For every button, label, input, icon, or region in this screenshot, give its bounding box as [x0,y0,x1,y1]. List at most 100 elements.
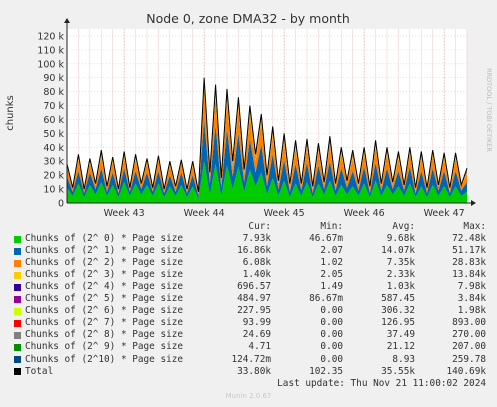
legend-cur: 24.69 [242,329,271,341]
y-tick-label: 20 k [43,171,64,182]
x-tick-label: Week 47 [424,208,465,219]
last-update: Last update: Thu Nov 21 11:00:02 2024 [277,378,486,389]
legend-avg: 587.45 [381,293,415,305]
legend-swatch [14,343,21,351]
y-tick-label: 30 k [43,157,64,168]
legend-row: Chunks of (2^ 7) * Page size 93.99 0.00 126… [0,317,497,329]
legend-min: 102.35 [309,365,343,377]
legend-row: Chunks of (2^ 1) * Page size 16.86k 2.07 14… [0,245,497,257]
legend-swatch [14,271,21,279]
legend-cur: 6.08k [242,257,271,269]
legend-max: 72.48k [452,233,486,245]
x-tick-label: Week 43 [104,208,145,219]
chart-area: Node 0, zone DMA32 - by month chunks RRD… [5,11,493,219]
y-tick-label: 110 k [37,45,64,56]
y-tick-label: 0 [58,199,64,210]
x-tick-label: Week 45 [264,208,305,219]
legend-max: 7.98k [457,281,486,293]
legend-avg: 35.55k [381,365,415,377]
y-axis-label: chunks [5,95,16,131]
legend-row: Chunks of (2^ 4) * Page size 696.57 1.49 1.… [0,281,497,293]
y-axis-arrow [64,18,70,23]
legend-swatch [14,235,21,243]
legend-avg: 1.03k [386,281,415,293]
legend-min: 1.02 [320,257,343,269]
legend-swatch [14,356,21,364]
legend-min: 2.07 [320,245,343,257]
legend-max: 13.84k [452,269,486,281]
legend-row: Chunks of (2^ 0) * Page size 7.93k 46.67m 9… [0,233,497,245]
legend-cur: 16.86k [237,245,271,257]
legend-swatch [14,259,21,267]
legend-label: Chunks of (2^ 2) * Page size [25,257,184,269]
legend-row: Total 33.80k 102.35 35.55k 140.69k [0,366,497,378]
legend-min: 0.00 [320,341,343,353]
legend-swatch [14,331,21,339]
legend-label: Chunks of (2^ 0) * Page size [25,233,184,245]
legend-label: Chunks of (2^ 4) * Page size [25,281,184,293]
legend-header-max: Max: [463,221,486,232]
legend-label: Chunks of (2^ 7) * Page size [25,317,184,329]
y-tick-label: 80 k [43,87,64,98]
legend-swatch [14,247,21,255]
legend-label: Chunks of (2^ 9) * Page size [25,341,184,353]
legend-max: 270.00 [452,329,486,341]
legend-avg: 37.49 [386,329,415,341]
legend-rows: Chunks of (2^ 0) * Page size 7.93k 46.67m 9… [0,233,497,378]
legend-label: Chunks of (2^ 6) * Page size [25,305,184,317]
legend-max: 207.00 [452,341,486,353]
legend-label: Chunks of (2^ 8) * Page size [25,329,184,341]
legend-cur: 7.93k [242,233,271,245]
legend-avg: 2.33k [386,269,415,281]
rrdtool-watermark: RRDTOOL / TOBI OETIKER [485,68,493,152]
y-tick-label: 90 k [43,73,64,84]
x-tick-label: Week 44 [184,208,225,219]
legend-cur: 33.80k [237,365,271,377]
legend-min: 0.00 [320,353,343,365]
legend-avg: 306.32 [381,305,415,317]
legend-cur: 696.57 [237,281,271,293]
legend-min: 0.00 [320,329,343,341]
legend-cur: 4.71 [248,341,271,353]
x-axis-arrow [471,200,476,206]
legend-swatch [14,368,21,376]
y-tick-label: 40 k [43,143,64,154]
legend-label: Chunks of (2^ 1) * Page size [25,245,184,257]
legend-row: Chunks of (2^ 2) * Page size 6.08k 1.02 7.3… [0,257,497,269]
legend-avg: 14.07k [381,245,415,257]
legend-cur: 93.99 [242,317,271,329]
chart-title: Node 0, zone DMA32 - by month [146,11,350,26]
legend-min: 0.00 [320,317,343,329]
legend-row: Chunks of (2^10) * Page size 124.72m 0.00 8… [0,354,497,366]
legend-max: 259.78 [452,353,486,365]
legend-swatch [14,319,21,327]
legend-max: 28.83k [452,257,486,269]
legend-max: 51.17k [452,245,486,257]
munin-version: Munin 2.0.67 [225,392,272,400]
legend-header-min: Min: [320,221,343,232]
y-tick-label: 50 k [43,129,64,140]
legend-header-avg: Avg: [392,221,415,232]
y-tick-label: 100 k [37,59,64,70]
legend-header-cur: Cur: [248,221,271,232]
legend-row: Chunks of (2^ 6) * Page size 227.95 0.00 30… [0,305,497,317]
legend-cur: 484.97 [237,293,271,305]
legend-min: 86.67m [309,293,343,305]
y-tick-label: 60 k [43,115,64,126]
legend-avg: 7.35k [386,257,415,269]
legend-row: Chunks of (2^ 3) * Page size 1.40k 2.05 2.3… [0,269,497,281]
legend-label: Total [25,365,54,377]
legend-swatch [14,307,21,315]
legend-label: Chunks of (2^ 3) * Page size [25,269,184,281]
legend-cur: 124.72m [231,353,271,365]
legend-max: 893.00 [452,317,486,329]
legend-swatch [14,295,21,303]
legend-row: Chunks of (2^ 5) * Page size 484.97 86.67m… [0,293,497,305]
x-tick-label: Week 46 [344,208,385,219]
legend-avg: 21.12 [386,341,415,353]
legend-min: 1.49 [320,281,343,293]
legend-label: Chunks of (2^ 5) * Page size [25,293,184,305]
y-tick-label: 10 k [43,185,64,196]
legend-swatch [14,283,21,291]
legend-cur: 227.95 [237,305,271,317]
